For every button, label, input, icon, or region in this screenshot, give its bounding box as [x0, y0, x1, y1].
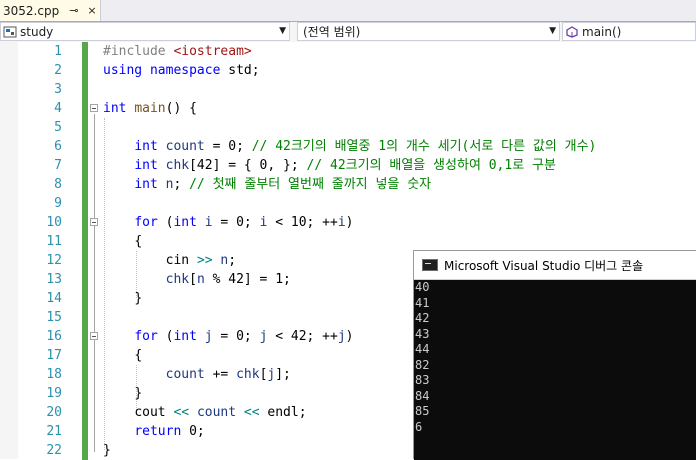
- change-indicator: [82, 403, 88, 422]
- member-dropdown[interactable]: main(): [562, 22, 696, 41]
- line-number: 8: [54, 177, 62, 192]
- change-indicator: [82, 118, 88, 137]
- console-output-line: 42: [415, 311, 430, 325]
- member-label: main(): [582, 24, 622, 39]
- console-output-line: 40: [415, 280, 430, 294]
- document-tab-strip: 3052.cpp ⊸ ×: [0, 0, 696, 23]
- code-line: 4 int main() {: [0, 99, 696, 118]
- code-line: 6 int count = 0; // 42크기의 배열중 1의 개수 세기(서…: [0, 137, 696, 156]
- change-indicator: [82, 213, 88, 232]
- console-output-line: 6: [415, 419, 423, 434]
- line-number: 19: [46, 386, 62, 401]
- chevron-down-icon: ▼: [549, 26, 556, 36]
- project-label: study: [20, 24, 54, 39]
- tab-3052-cpp[interactable]: 3052.cpp ⊸ ×: [0, 0, 101, 21]
- line-number: 12: [46, 253, 62, 268]
- change-indicator: [82, 80, 88, 99]
- collapse-icon[interactable]: [90, 332, 98, 340]
- change-indicator: [82, 61, 88, 80]
- line-number: 5: [54, 120, 62, 135]
- console-output: 40 41 42 43 44 82 83 84 85 6: [414, 280, 696, 460]
- change-indicator: [82, 270, 88, 289]
- line-number: 15: [46, 310, 62, 325]
- collapse-icon[interactable]: [90, 218, 98, 226]
- line-number: 18: [46, 367, 62, 382]
- change-indicator: [82, 194, 88, 213]
- console-output-line: 43: [415, 326, 430, 341]
- change-indicator: [82, 175, 88, 194]
- line-number: 14: [46, 291, 62, 306]
- line-number: 7: [54, 158, 62, 173]
- project-icon: [3, 26, 17, 37]
- line-number: 13: [46, 272, 62, 287]
- scope-dropdown[interactable]: (전역 범위) ▼: [297, 22, 560, 41]
- code-line: 3: [0, 80, 696, 99]
- line-number: 10: [46, 215, 62, 230]
- change-indicator: [82, 251, 88, 270]
- code-line: 5: [0, 118, 696, 137]
- line-number: 21: [46, 424, 62, 439]
- code-line: 10 for (int i = 0; i < 10; ++i): [0, 213, 696, 232]
- console-icon: [422, 259, 438, 271]
- debug-console-window[interactable]: Microsoft Visual Studio 디버그 콘솔 40 41 42 …: [413, 250, 696, 460]
- console-output-line: 84: [415, 388, 430, 403]
- change-indicator: [82, 289, 88, 308]
- change-indicator: [82, 99, 88, 118]
- change-indicator: [82, 384, 88, 403]
- change-indicator: [82, 422, 88, 441]
- change-indicator: [82, 308, 88, 327]
- scope-label: (전역 범위): [303, 25, 361, 39]
- tab-title: 3052.cpp: [3, 3, 60, 18]
- console-output-line: 82: [415, 357, 430, 372]
- method-icon: [566, 25, 578, 38]
- console-title-bar[interactable]: Microsoft Visual Studio 디버그 콘솔: [414, 251, 696, 280]
- change-indicator: [82, 42, 88, 61]
- code-line: 11 {: [0, 232, 696, 251]
- line-number: 4: [54, 101, 62, 116]
- change-indicator: [82, 327, 88, 346]
- console-output-line: 44: [415, 342, 430, 356]
- code-line: 7 int chk[42] = { 0, }; // 42크기의 배열을 생성하…: [0, 156, 696, 175]
- console-output-line: 83: [415, 373, 430, 387]
- code-line: 1 #include <iostream>: [0, 42, 696, 61]
- console-title: Microsoft Visual Studio 디버그 콘솔: [444, 258, 644, 273]
- collapse-icon[interactable]: [90, 104, 98, 112]
- line-number: 17: [46, 348, 62, 363]
- close-icon[interactable]: ×: [87, 4, 96, 17]
- change-indicator: [82, 137, 88, 156]
- line-number: 11: [46, 234, 62, 249]
- line-number: 16: [46, 329, 62, 344]
- change-indicator: [82, 232, 88, 251]
- line-number: 1: [54, 44, 62, 59]
- line-number: 22: [46, 443, 62, 458]
- line-number: 2: [54, 63, 62, 78]
- line-number: 9: [54, 196, 62, 211]
- line-number: 20: [46, 405, 62, 420]
- navigation-bar: study ▼ (전역 범위) ▼ main(): [0, 22, 696, 43]
- line-number: 6: [54, 139, 62, 154]
- line-number: 3: [54, 82, 62, 97]
- change-indicator: [82, 441, 88, 460]
- code-line: 2 using namespace std;: [0, 61, 696, 80]
- pin-icon[interactable]: ⊸: [69, 4, 78, 17]
- code-line: 9: [0, 194, 696, 213]
- console-output-line: 41: [415, 295, 430, 310]
- chevron-down-icon: ▼: [279, 26, 286, 36]
- change-indicator: [82, 346, 88, 365]
- code-line: 8 int n; // 첫째 줄부터 열번째 줄까지 넣을 숫자: [0, 175, 696, 194]
- console-output-line: 85: [415, 404, 430, 418]
- change-indicator: [82, 156, 88, 175]
- change-indicator: [82, 365, 88, 384]
- project-dropdown[interactable]: study ▼: [0, 22, 290, 41]
